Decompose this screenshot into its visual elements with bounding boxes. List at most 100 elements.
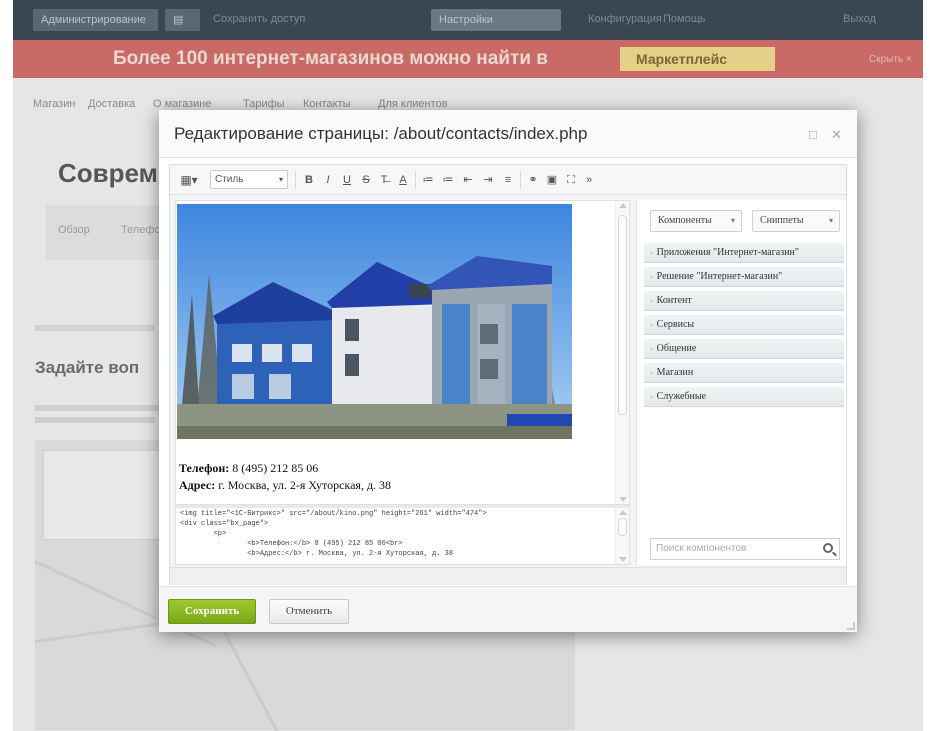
config-link[interactable]: Конфигурация bbox=[588, 13, 662, 25]
menu-item[interactable]: Контакты bbox=[303, 98, 351, 110]
code-line: <img title="<1C-Битрикс>" src="/about/ki… bbox=[180, 510, 487, 518]
component-group-item[interactable]: › Сервисы bbox=[644, 315, 844, 335]
dialog-footer: Сохранить Отменить bbox=[159, 586, 857, 632]
component-search-input[interactable]: Поиск компонентов bbox=[650, 538, 840, 560]
menu-item[interactable]: Для клиентов bbox=[378, 98, 447, 110]
toolbar-separator bbox=[415, 171, 416, 189]
logout-link[interactable]: Выход bbox=[843, 13, 876, 25]
resize-handle[interactable] bbox=[847, 622, 855, 630]
breadcrumb bbox=[35, 325, 155, 331]
dialog-title: Редактирование страницы: /about/contacts… bbox=[174, 124, 588, 143]
chevron-down-icon: ▾ bbox=[828, 216, 833, 225]
scroll-up-icon[interactable] bbox=[619, 510, 627, 515]
component-group-item[interactable]: › Магазин bbox=[644, 363, 844, 383]
code-line: <p> bbox=[180, 530, 227, 538]
source-code-area[interactable]: <img title="<1C-Битрикс>" src="/about/ki… bbox=[175, 505, 630, 565]
dialog-header: Редактирование страницы: /about/contacts… bbox=[159, 110, 857, 158]
page-title: Соврем bbox=[58, 158, 158, 188]
chevron-right-icon: › bbox=[650, 248, 653, 257]
scroll-up-icon[interactable] bbox=[619, 203, 627, 208]
text-line bbox=[35, 405, 165, 411]
phone-value: 8 (495) 212 85 06 bbox=[229, 461, 319, 475]
address-value: г. Москва, ул. 2-я Хуторская, д. 38 bbox=[215, 478, 392, 492]
component-group-label: Общение bbox=[656, 343, 697, 354]
admin-link[interactable]: Сохранить доступ bbox=[213, 13, 305, 25]
unordered-list-icon[interactable]: ≔ bbox=[440, 171, 456, 189]
promo-text: Более 100 интернет-магазинов можно найти… bbox=[113, 48, 548, 69]
code-line: <b>Телефон:</b> 8 (495) 212 85 06<br> bbox=[180, 540, 403, 548]
menu-item[interactable]: Доставка bbox=[88, 98, 135, 110]
fullscreen-icon[interactable]: ⛶ bbox=[563, 171, 579, 189]
italic-button[interactable]: I bbox=[321, 171, 335, 189]
source-scrollbar[interactable] bbox=[615, 508, 629, 564]
outdent-icon[interactable]: ⇤ bbox=[460, 171, 476, 189]
address-label: Адрес: bbox=[179, 478, 216, 492]
marketplace-badge[interactable]: Маркетплейс bbox=[620, 47, 775, 71]
text-color-button[interactable]: A bbox=[396, 171, 410, 189]
editor-scrollbar[interactable] bbox=[615, 201, 629, 504]
more-icon[interactable]: » bbox=[582, 171, 596, 189]
image-icon[interactable]: ▣ bbox=[544, 171, 560, 189]
scroll-thumb[interactable] bbox=[618, 215, 627, 415]
cancel-button[interactable]: Отменить bbox=[269, 599, 349, 624]
underline-button[interactable]: U bbox=[340, 171, 354, 189]
component-group-item[interactable]: › Решение "Интернет-магазин" bbox=[644, 267, 844, 287]
component-group-item[interactable]: › Служебные bbox=[644, 387, 844, 407]
components-label: Компоненты bbox=[658, 215, 712, 226]
settings-button[interactable]: Настройки bbox=[431, 9, 561, 31]
component-group-label: Приложения "Интернет-магазин" bbox=[656, 247, 799, 258]
help-link[interactable]: Помощь bbox=[663, 13, 706, 25]
promo-close-button[interactable]: Скрыть × bbox=[869, 54, 912, 65]
menu-icon[interactable]: ▤ bbox=[165, 9, 200, 31]
bold-button[interactable]: B bbox=[302, 171, 316, 189]
menu-item[interactable]: Тарифы bbox=[243, 98, 285, 110]
menu-item[interactable]: Магазин bbox=[33, 98, 75, 110]
save-button[interactable]: Сохранить bbox=[168, 599, 256, 624]
component-group-label: Решение "Интернет-магазин" bbox=[656, 271, 783, 282]
editor-toolbar: ▦▾ Стиль ▾ B I U S T̶ A ≔ ≔ ⇤ ⇥ ≡ ⚭ ▣ ⛶ » bbox=[170, 165, 846, 195]
snippets-dropdown[interactable]: Сниппеты ▾ bbox=[752, 210, 840, 232]
wysiwyg-area[interactable]: Телефон: 8 (495) 212 85 06 Адрес: г. Мос… bbox=[175, 200, 630, 505]
code-line: <b>Адрес:</b> г. Москва, ул. 2-я Хуторск… bbox=[180, 550, 454, 558]
link-icon[interactable]: ⚭ bbox=[525, 171, 541, 189]
section-heading: Задайте воп bbox=[35, 358, 140, 377]
admin-bar: Администрирование ▤ Сохранить доступ Нас… bbox=[13, 0, 923, 40]
editor-status-strip bbox=[170, 567, 846, 585]
strike-button[interactable]: S bbox=[359, 171, 373, 189]
ordered-list-icon[interactable]: ≔ bbox=[420, 171, 436, 189]
menu-item[interactable]: О магазине bbox=[153, 98, 211, 110]
scroll-thumb[interactable] bbox=[618, 518, 627, 536]
component-group-label: Контент bbox=[656, 295, 692, 306]
toolbar-separator bbox=[520, 171, 521, 189]
clear-format-button[interactable]: T̶ bbox=[377, 171, 391, 189]
component-group-item[interactable]: › Контент bbox=[644, 291, 844, 311]
component-group-item[interactable]: › Общение bbox=[644, 339, 844, 359]
tab-overview[interactable]: Обзор bbox=[58, 224, 90, 236]
maximize-icon[interactable]: □ bbox=[809, 127, 817, 142]
scroll-down-icon[interactable] bbox=[619, 497, 627, 502]
tab-phone[interactable]: Телефо bbox=[121, 224, 161, 236]
components-panel: Компоненты ▾ Сниппеты ▾ › Приложения "Интер… bbox=[636, 200, 846, 565]
admin-button[interactable]: Администрирование bbox=[33, 9, 158, 31]
scroll-down-icon[interactable] bbox=[619, 557, 627, 562]
align-icon[interactable]: ≡ bbox=[500, 171, 516, 189]
template-icon[interactable]: ▦▾ bbox=[176, 171, 202, 189]
edit-page-dialog: Редактирование страницы: /about/contacts… bbox=[159, 110, 857, 632]
chevron-right-icon: › bbox=[650, 344, 653, 353]
chevron-right-icon: › bbox=[650, 272, 653, 281]
tabs-panel: Обзор Телефо bbox=[46, 205, 176, 260]
map-info-card bbox=[43, 450, 163, 540]
building-photo[interactable] bbox=[177, 204, 572, 439]
building-image bbox=[177, 204, 572, 439]
style-select[interactable]: Стиль ▾ bbox=[210, 170, 288, 189]
close-icon[interactable]: ✕ bbox=[831, 127, 842, 143]
chevron-right-icon: › bbox=[650, 320, 653, 329]
search-icon[interactable] bbox=[823, 543, 833, 553]
text-line bbox=[35, 417, 155, 423]
components-dropdown[interactable]: Компоненты ▾ bbox=[650, 210, 742, 232]
snippets-label: Сниппеты bbox=[760, 215, 804, 226]
component-group-item[interactable]: › Приложения "Интернет-магазин" bbox=[644, 243, 844, 263]
chevron-right-icon: › bbox=[650, 368, 653, 377]
component-group-label: Служебные bbox=[656, 391, 707, 402]
indent-icon[interactable]: ⇥ bbox=[480, 171, 496, 189]
